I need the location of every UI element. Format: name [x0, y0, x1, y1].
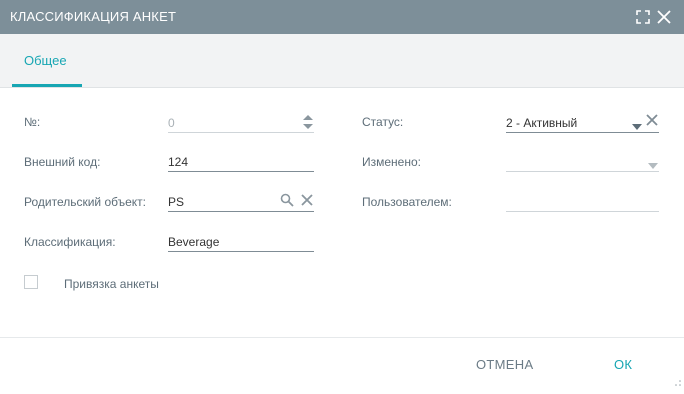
chevron-down-icon[interactable] — [647, 157, 659, 175]
number-value: 0 — [168, 116, 175, 130]
clear-parent-icon[interactable] — [300, 193, 314, 212]
external-code-label: Внешний код: — [24, 155, 101, 169]
tab-general[interactable]: Общее — [12, 34, 82, 87]
number-label: №: — [24, 115, 41, 129]
maximize-icon[interactable] — [634, 8, 652, 26]
spinner-icon[interactable] — [302, 114, 314, 135]
dialog-titlebar: КЛАССИФИКАЦИЯ АНКЕТ — [0, 0, 684, 34]
status-value: 2 - Активный — [506, 116, 578, 130]
changed-label: Изменено: — [362, 155, 421, 169]
classification-value: Beverage — [168, 235, 220, 249]
parent-object-field[interactable]: PS — [168, 192, 314, 212]
resize-grip-icon[interactable] — [674, 374, 682, 392]
number-field[interactable]: 0 — [168, 113, 314, 133]
external-code-value: 124 — [168, 155, 189, 169]
classification-label: Классификация: — [24, 235, 116, 249]
status-label: Статус: — [362, 115, 404, 129]
search-icon[interactable] — [280, 193, 294, 212]
classification-field[interactable]: Beverage — [168, 232, 314, 252]
dialog-title: КЛАССИФИКАЦИЯ АНКЕТ — [10, 9, 177, 24]
bind-survey-label: Привязка анкеты — [64, 277, 159, 291]
ok-button[interactable]: ОК — [614, 357, 632, 372]
cancel-button[interactable]: ОТМЕНА — [476, 357, 533, 372]
close-icon[interactable] — [655, 8, 673, 26]
chevron-down-icon[interactable] — [631, 118, 643, 136]
bind-survey-checkbox[interactable] — [24, 275, 38, 289]
by-user-field[interactable] — [506, 192, 659, 212]
tab-bar: Общее — [0, 34, 684, 88]
footer-divider — [0, 337, 684, 338]
parent-object-value: PS — [168, 195, 185, 209]
changed-select[interactable] — [506, 152, 659, 172]
status-select[interactable]: 2 - Активный — [506, 113, 659, 133]
external-code-field[interactable]: 124 — [168, 152, 314, 172]
by-user-label: Пользователем: — [362, 195, 452, 209]
parent-object-label: Родительский объект: — [24, 195, 147, 209]
tab-general-label: Общее — [24, 53, 67, 68]
clear-status-icon[interactable] — [645, 113, 659, 132]
